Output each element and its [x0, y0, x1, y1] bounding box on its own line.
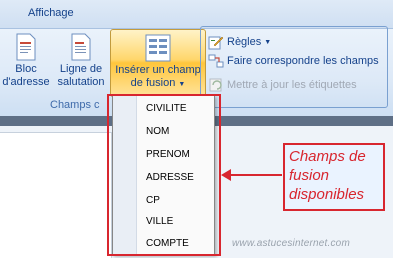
- inserer-label-1: Insérer un champ: [115, 64, 201, 76]
- bloc-adresse-button[interactable]: Bloc d'adresse: [2, 33, 50, 97]
- callout-line-3: disponibles: [289, 186, 365, 203]
- callout-line-1: Champs de: [289, 148, 366, 165]
- regles-button[interactable]: Règles ▼: [208, 33, 271, 51]
- merge-field-icon: [145, 34, 171, 62]
- highlight-frame: [107, 94, 221, 256]
- match-fields-icon: [208, 54, 224, 68]
- callout-box: Champs de fusion disponibles: [283, 143, 385, 211]
- inserer-label-2: de fusion: [130, 77, 176, 89]
- word-mailings-screenshot: Affichage Bloc d'adresse Ligne de saluta…: [0, 0, 393, 258]
- bloc-label-2: d'adresse: [2, 76, 50, 88]
- mettre-a-jour-button[interactable]: Mettre à jour les étiquettes: [208, 76, 357, 94]
- ligne-label-2: salutation: [57, 76, 105, 88]
- bloc-label-1: Bloc: [15, 63, 37, 75]
- chevron-down-icon: ▼: [264, 38, 272, 46]
- inserer-champ-fusion-button[interactable]: Insérer un champ de fusion ▼: [110, 29, 206, 97]
- chevron-down-icon: ▼: [178, 81, 186, 88]
- callout-line-2: fusion: [289, 167, 330, 184]
- watermark: www.astucesinternet.com: [232, 238, 350, 249]
- ligne-salutation-button[interactable]: Ligne de salutation: [54, 33, 108, 97]
- faire-correspondre-button[interactable]: Faire correspondre les champs: [208, 52, 379, 70]
- regles-label: Règles: [227, 36, 262, 48]
- ligne-label-1: Ligne de: [59, 63, 103, 75]
- arrow-icon: [221, 169, 282, 181]
- document-page[interactable]: [0, 132, 112, 258]
- rules-icon: [208, 36, 224, 50]
- inserer-label-2-row: de fusion ▼: [111, 77, 205, 91]
- document-icon: [16, 33, 36, 61]
- document-icon: [71, 33, 91, 61]
- ribbon-tab-bar: Affichage: [0, 0, 393, 28]
- faire-label: Faire correspondre les champs: [227, 55, 379, 67]
- tab-affichage[interactable]: Affichage: [28, 7, 74, 19]
- update-labels-icon: [209, 78, 222, 92]
- maj-label: Mettre à jour les étiquettes: [227, 79, 357, 91]
